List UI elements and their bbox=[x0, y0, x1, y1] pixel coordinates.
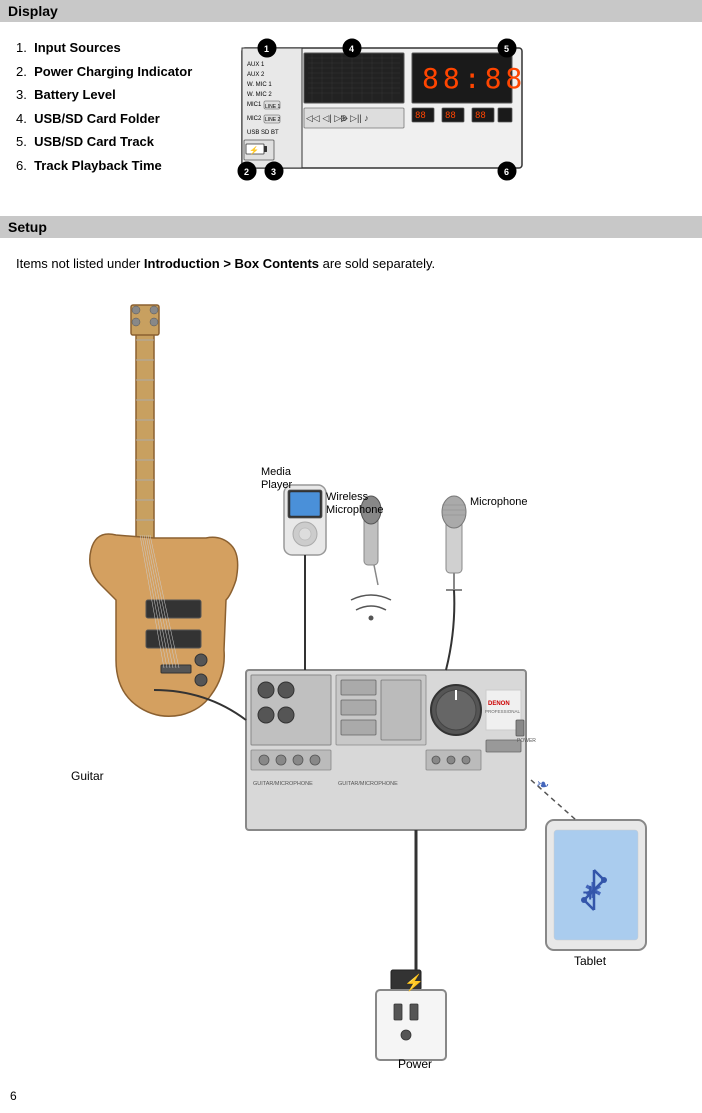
svg-text:88: 88 bbox=[475, 111, 486, 121]
media-player-label: Media bbox=[261, 466, 292, 478]
svg-text:3: 3 bbox=[271, 167, 276, 177]
svg-text:4: 4 bbox=[349, 44, 354, 54]
guitar-label: Guitar bbox=[71, 769, 104, 783]
svg-text:LINE 1: LINE 1 bbox=[265, 104, 281, 110]
svg-text:⚡: ⚡ bbox=[249, 145, 259, 155]
media-player-illustration bbox=[284, 485, 326, 555]
svg-text:88: 88 bbox=[415, 111, 426, 121]
list-item-2: 2. Power Charging Indicator bbox=[16, 62, 192, 82]
svg-text:PROFESSIONAL: PROFESSIONAL bbox=[485, 709, 521, 714]
list-item-1: 1. Input Sources bbox=[16, 38, 192, 58]
display-section: 1. Input Sources 2. Power Charging Indic… bbox=[0, 30, 702, 206]
page-number: 6 bbox=[10, 1089, 17, 1103]
list-item-6: 6. Track Playback Time bbox=[16, 156, 192, 176]
setup-diagram: Guitar bbox=[16, 290, 686, 1070]
microphone-illustration bbox=[442, 496, 466, 670]
svg-text:W. MIC 2: W. MIC 2 bbox=[247, 92, 272, 98]
setup-section-header: Setup bbox=[0, 216, 702, 238]
microphone-label: Microphone bbox=[470, 496, 527, 508]
svg-text:GUITAR/MICROPHONE: GUITAR/MICROPHONE bbox=[253, 781, 313, 787]
svg-text:POWER: POWER bbox=[517, 738, 536, 744]
svg-text:DENON: DENON bbox=[488, 701, 510, 707]
list-item-4: 4. USB/SD Card Folder bbox=[16, 109, 192, 129]
svg-text:88: 88 bbox=[445, 111, 456, 121]
list-item-3: 3. Battery Level bbox=[16, 85, 192, 105]
svg-text:AUX 1: AUX 1 bbox=[247, 62, 265, 68]
device-diagram-svg: AUX 1 AUX 2 W. MIC 1 W. MIC 2 MIC1 LINE … bbox=[212, 38, 532, 193]
power-outlet-illustration: ⚡ bbox=[376, 830, 446, 1060]
svg-text:⊕ ▷|| ♪: ⊕ ▷|| ♪ bbox=[340, 113, 369, 123]
svg-text:LINE 2: LINE 2 bbox=[265, 117, 281, 123]
tablet-illustration: ✱ + bbox=[546, 820, 646, 950]
svg-text:5: 5 bbox=[504, 44, 509, 54]
device-diagram: AUX 1 AUX 2 W. MIC 1 W. MIC 2 MIC1 LINE … bbox=[212, 38, 686, 198]
svg-text:Microphone: Microphone bbox=[326, 504, 383, 516]
setup-diagram-svg: Guitar bbox=[16, 290, 686, 1070]
wireless-mic-label: Wireless bbox=[326, 491, 369, 503]
svg-text:⚡: ⚡ bbox=[404, 973, 424, 992]
svg-text:MIC2: MIC2 bbox=[247, 116, 262, 122]
setup-section: Items not listed under Introduction > Bo… bbox=[0, 246, 702, 1078]
display-list: 1. Input Sources 2. Power Charging Indic… bbox=[16, 38, 192, 179]
svg-text:MIC1: MIC1 bbox=[247, 102, 262, 108]
list-item-5: 5. USB/SD Card Track bbox=[16, 132, 192, 152]
power-label: Power bbox=[398, 1057, 432, 1070]
svg-text:USB SD BT: USB SD BT bbox=[247, 130, 279, 136]
svg-text:6: 6 bbox=[504, 167, 509, 177]
svg-text:2: 2 bbox=[244, 167, 249, 177]
setup-intro: Items not listed under Introduction > Bo… bbox=[16, 254, 686, 274]
svg-text:88:88: 88:88 bbox=[422, 62, 526, 95]
guitar-illustration bbox=[90, 305, 238, 716]
svg-text:W. MIC 1: W. MIC 1 bbox=[247, 82, 272, 88]
svg-text:AUX 2: AUX 2 bbox=[247, 72, 265, 78]
main-device-illustration: DENON PROFESSIONAL GUITAR/MICROPHONE GUI… bbox=[246, 670, 536, 830]
svg-text:GUITAR/MICROPHONE: GUITAR/MICROPHONE bbox=[338, 781, 398, 787]
svg-text:1: 1 bbox=[264, 44, 269, 54]
tablet-label: Tablet bbox=[574, 954, 607, 968]
display-section-header: Display bbox=[0, 0, 702, 22]
svg-text:Player: Player bbox=[261, 479, 293, 491]
svg-text:❧: ❧ bbox=[536, 777, 549, 794]
